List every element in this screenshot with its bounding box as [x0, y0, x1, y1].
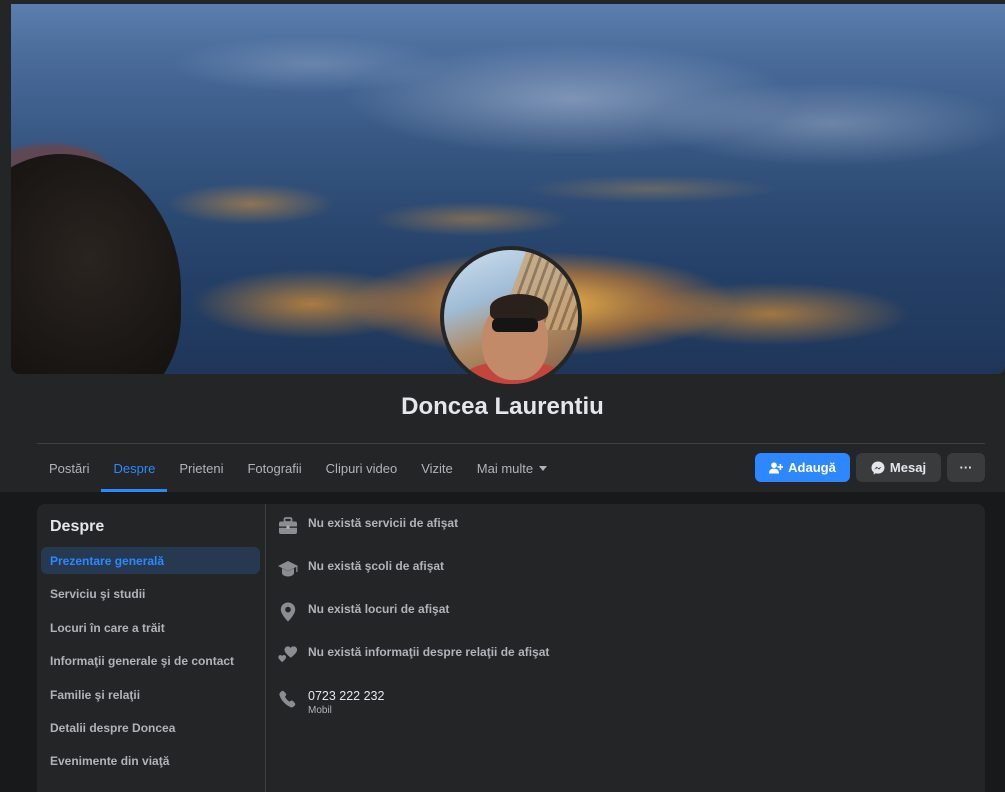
- profile-tabs: Postări Despre Prieteni Fotografii Clipu…: [37, 444, 559, 492]
- sidebar-item-contact-info[interactable]: Informaţii generale şi de contact: [41, 647, 260, 674]
- cover-engine-silhouette: [11, 154, 181, 374]
- sidebar-item-family-relationships[interactable]: Familie şi relaţii: [41, 681, 260, 708]
- add-friend-button[interactable]: Adaugă: [755, 453, 850, 482]
- tab-label: Despre: [113, 460, 156, 476]
- briefcase-icon: [277, 515, 299, 537]
- phone-number[interactable]: 0723 222 232: [308, 688, 384, 704]
- tab-checkins[interactable]: Vizite: [409, 444, 465, 492]
- sidebar-item-label: Evenimente din viaţă: [50, 753, 170, 768]
- sidebar-item-label: Informaţii generale şi de contact: [50, 653, 235, 668]
- sidebar-item-label: Prezentare generală: [50, 553, 165, 568]
- about-title: Despre: [50, 518, 105, 535]
- avatar-photo: [444, 250, 578, 384]
- about-card: Despre Prezentare generală Serviciu şi s…: [37, 504, 985, 792]
- about-sidebar: Despre Prezentare generală Serviciu şi s…: [37, 504, 266, 792]
- work-empty-text: Nu există servicii de afişat: [308, 516, 459, 530]
- places-empty-text: Nu există locuri de afişat: [308, 602, 450, 616]
- work-row: Nu există servicii de afişat: [277, 515, 458, 537]
- sidebar-item-places-lived[interactable]: Locuri în care a trăit: [41, 614, 260, 641]
- sidebar-item-label: Detalii despre Doncea: [50, 720, 176, 735]
- profile-name: Doncea Laurentiu: [401, 393, 604, 420]
- tab-label: Clipuri video: [325, 460, 398, 476]
- message-label: Mesaj: [889, 460, 927, 475]
- profile-header: Doncea Laurentiu Postări Despre Prieteni…: [0, 0, 1005, 492]
- tab-videos[interactable]: Clipuri video: [314, 444, 410, 492]
- graduation-cap-icon: [277, 558, 299, 580]
- phone-icon: [277, 688, 299, 710]
- caret-down-icon: [539, 465, 548, 471]
- avatar-sunglasses: [492, 318, 538, 332]
- tab-more[interactable]: Mai multe: [465, 444, 559, 492]
- tab-label: Prieteni: [179, 460, 224, 476]
- hearts-icon: [277, 644, 299, 666]
- tab-photos[interactable]: Fotografii: [235, 444, 313, 492]
- add-friend-icon: [769, 461, 784, 473]
- ellipsis-icon: ···: [959, 460, 973, 475]
- location-pin-icon: [277, 601, 299, 623]
- tab-label: Fotografii: [247, 460, 302, 476]
- more-options-button[interactable]: ···: [947, 453, 985, 482]
- message-button[interactable]: Mesaj: [856, 453, 941, 482]
- sidebar-item-overview[interactable]: Prezentare generală: [41, 547, 260, 574]
- places-row: Nu există locuri de afişat: [277, 601, 449, 623]
- phone-type-label: Mobil: [308, 705, 332, 716]
- tab-label: Vizite: [421, 460, 453, 476]
- relationship-empty-text: Nu există informaţii despre relaţii de a…: [308, 645, 550, 659]
- tab-friends[interactable]: Prieteni: [167, 444, 235, 492]
- sidebar-item-label: Serviciu şi studii: [50, 586, 146, 601]
- profile-actions: Adaugă Mesaj ···: [755, 453, 985, 482]
- sidebar-item-life-events[interactable]: Evenimente din viaţă: [41, 747, 260, 774]
- sidebar-item-label: Familie şi relaţii: [50, 687, 141, 702]
- tab-posts[interactable]: Postări: [37, 444, 101, 492]
- tab-label: Postări: [49, 460, 90, 476]
- phone-text-group: 0723 222 232 Mobil: [308, 688, 384, 717]
- tab-about[interactable]: Despre: [101, 444, 168, 492]
- sidebar-item-label: Locuri în care a trăit: [50, 620, 165, 635]
- sidebar-item-work-education[interactable]: Serviciu şi studii: [41, 580, 260, 607]
- phone-row: 0723 222 232 Mobil: [277, 688, 384, 717]
- relationship-row: Nu există informaţii despre relaţii de a…: [277, 644, 549, 666]
- education-empty-text: Nu există şcoli de afişat: [308, 559, 445, 573]
- tab-label: Mai multe: [476, 460, 534, 476]
- profile-avatar[interactable]: [440, 246, 582, 388]
- sidebar-item-details[interactable]: Detalii despre Doncea: [41, 714, 260, 741]
- messenger-icon: [871, 461, 885, 474]
- education-row: Nu există şcoli de afişat: [277, 558, 444, 580]
- add-friend-label: Adaugă: [788, 460, 836, 475]
